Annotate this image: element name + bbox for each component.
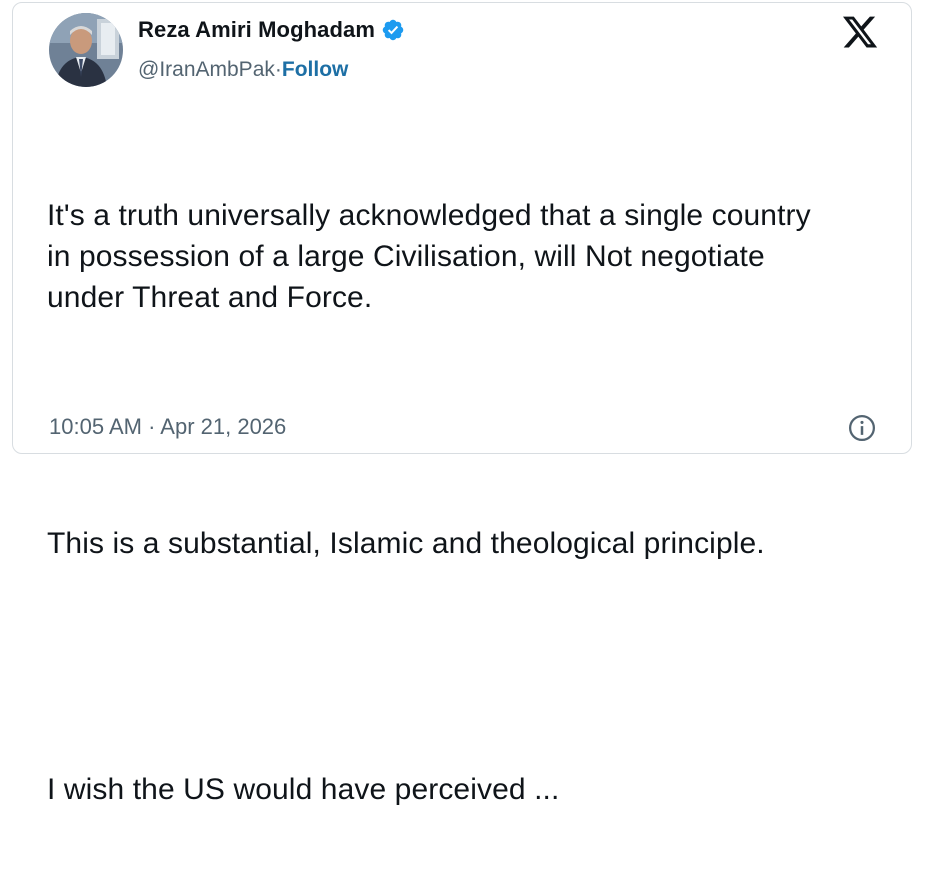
info-icon[interactable] [847, 413, 877, 443]
handle-row: @IranAmbPak · Follow [138, 58, 348, 82]
separator: · [274, 58, 282, 81]
tweet-paragraph: I wish the US would have perceived ... [47, 773, 560, 806]
profile-photo-icon [49, 13, 123, 87]
verified-badge-icon [382, 19, 404, 41]
author-name[interactable]: Reza Amiri Moghadam [138, 17, 375, 43]
follow-button[interactable]: Follow [282, 58, 349, 82]
author-name-row: Reza Amiri Moghadam [138, 17, 405, 43]
tweet-paragraph: This is a substantial, Islamic and theol… [47, 527, 765, 560]
author-handle[interactable]: @IranAmbPak [138, 58, 275, 82]
tweet-timestamp[interactable]: 10:05 AM · Apr 21, 2026 [49, 414, 286, 440]
tweet-text: It's a truth universally acknowledged th… [47, 113, 897, 892]
tweet-card: Reza Amiri Moghadam @IranAmbPak · Follow… [12, 2, 912, 806]
tweet-paragraph: It's a truth universally acknowledged th… [47, 199, 811, 314]
avatar[interactable] [49, 13, 123, 87]
x-logo-icon[interactable] [841, 13, 879, 51]
